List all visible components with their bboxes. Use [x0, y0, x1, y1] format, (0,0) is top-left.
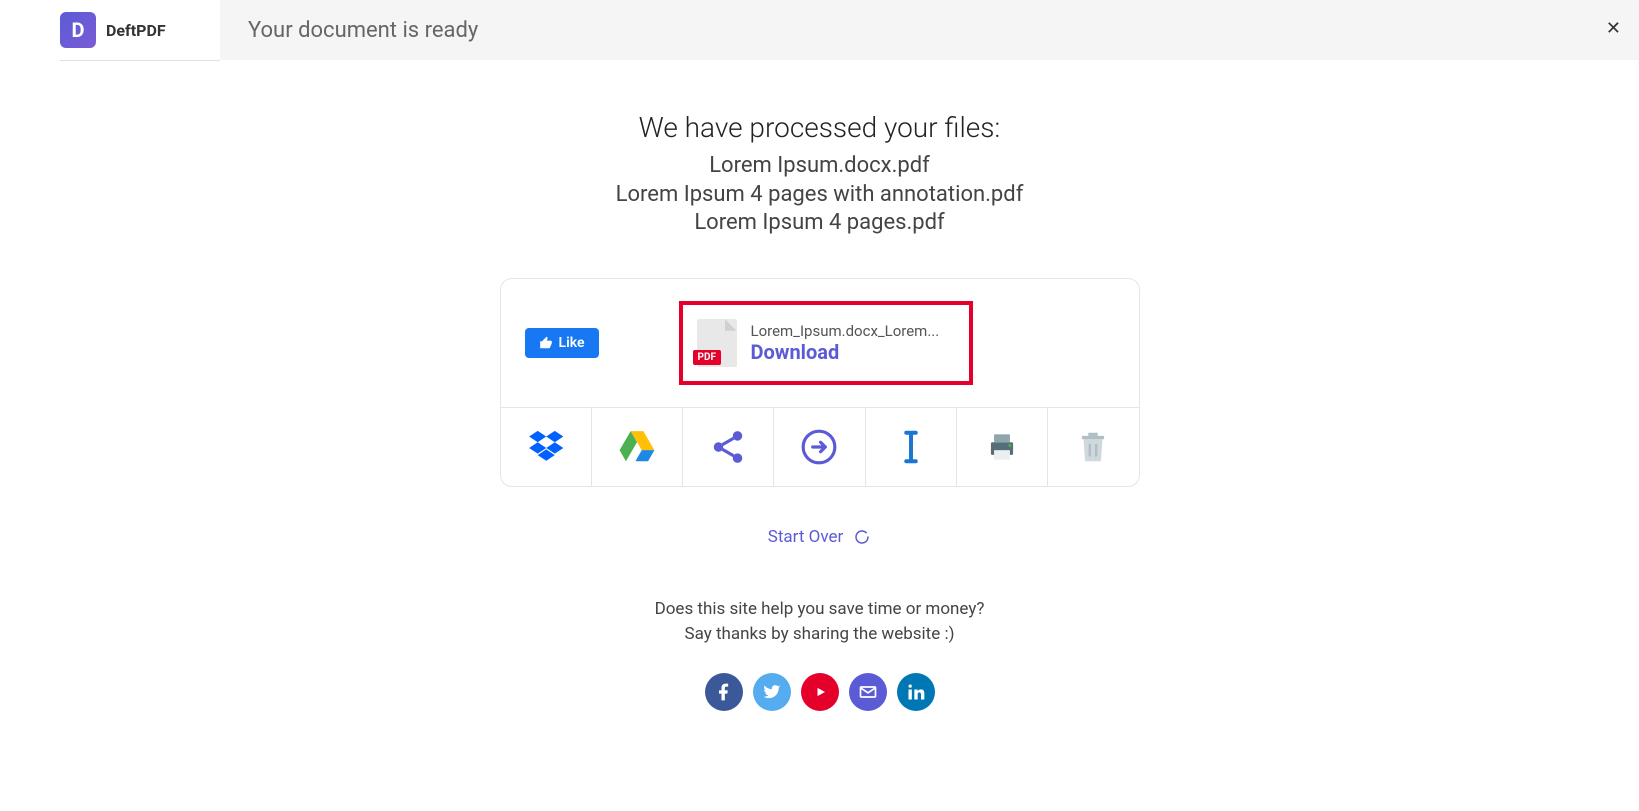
facebook-share[interactable] — [705, 673, 743, 711]
processed-filename-2: Lorem Ipsum 4 pages with annotation.pdf — [370, 181, 1270, 210]
prompt-line-2: Say thanks by sharing the website :) — [370, 622, 1270, 648]
dropbox-icon — [527, 428, 565, 466]
linkedin-share[interactable] — [897, 673, 935, 711]
download-meta: Lorem_Ipsum.docx_Lorem... Download — [751, 322, 940, 364]
logo-icon: D — [60, 12, 96, 48]
email-share[interactable] — [849, 673, 887, 711]
download-box[interactable]: PDF Lorem_Ipsum.docx_Lorem... Download — [679, 301, 974, 385]
gdrive-button[interactable] — [592, 408, 683, 486]
twitter-share[interactable] — [753, 673, 791, 711]
processed-heading: We have processed your files: — [370, 111, 1270, 144]
refresh-icon — [853, 528, 871, 546]
logo-text: DeftPDF — [106, 21, 166, 40]
facebook-icon — [714, 682, 734, 702]
print-button[interactable] — [957, 408, 1048, 486]
social-row — [370, 673, 1270, 711]
email-icon — [858, 682, 878, 702]
processed-filename-1: Lorem Ipsum.docx.pdf — [370, 152, 1270, 181]
card-top: Like PDF Lorem_Ipsum.docx_Lorem... Downl… — [501, 279, 1139, 407]
delete-button[interactable] — [1048, 408, 1138, 486]
text-cursor-icon — [892, 428, 930, 466]
linkedin-icon — [906, 682, 926, 702]
main-content: We have processed your files: Lorem Ipsu… — [370, 61, 1270, 711]
arrow-circle-icon — [800, 428, 838, 466]
start-over-label: Start Over — [768, 527, 843, 547]
divider — [60, 60, 220, 61]
result-card: Like PDF Lorem_Ipsum.docx_Lorem... Downl… — [500, 278, 1140, 487]
share-icon — [709, 428, 747, 466]
action-row — [501, 407, 1139, 486]
rename-button[interactable] — [866, 408, 957, 486]
like-button[interactable]: Like — [525, 328, 599, 358]
youtube-icon — [810, 682, 830, 702]
page-title: Your document is ready — [248, 18, 478, 43]
download-label: Download — [751, 340, 940, 364]
file-icon: PDF — [697, 319, 737, 367]
dropbox-button[interactable] — [501, 408, 592, 486]
gdrive-icon — [618, 428, 656, 466]
youtube-share[interactable] — [801, 673, 839, 711]
pdf-badge: PDF — [693, 350, 721, 365]
start-over-link[interactable]: Start Over — [370, 527, 1270, 547]
share-button[interactable] — [683, 408, 774, 486]
header-bar: D DeftPDF Your document is ready ✕ — [0, 0, 1639, 60]
twitter-icon — [762, 682, 782, 702]
thumbs-up-icon — [539, 336, 553, 350]
next-button[interactable] — [774, 408, 865, 486]
like-label: Like — [559, 335, 585, 351]
download-filename: Lorem_Ipsum.docx_Lorem... — [751, 322, 940, 340]
close-icon[interactable]: ✕ — [1606, 18, 1621, 39]
printer-icon — [983, 428, 1021, 466]
trash-icon — [1074, 428, 1112, 466]
processed-filename-3: Lorem Ipsum 4 pages.pdf — [370, 209, 1270, 238]
prompt-line-1: Does this site help you save time or mon… — [370, 597, 1270, 623]
share-prompt: Does this site help you save time or mon… — [370, 597, 1270, 648]
logo-section[interactable]: D DeftPDF — [0, 0, 220, 60]
